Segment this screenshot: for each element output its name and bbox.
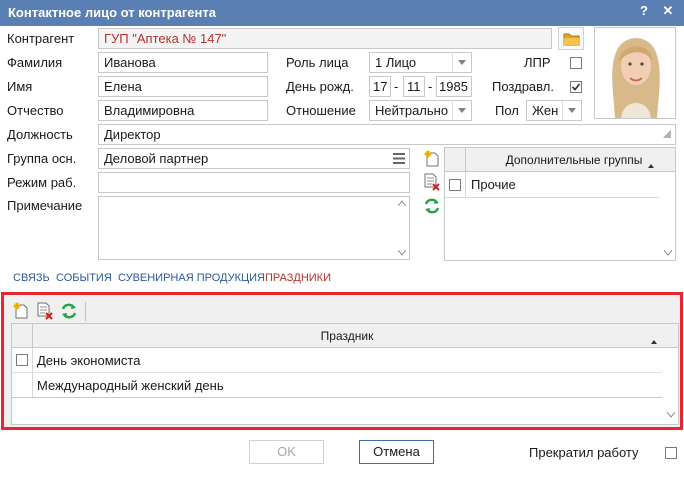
- work-mode-field[interactable]: [98, 172, 410, 193]
- stopped-work-label: Прекратил работу: [529, 445, 639, 460]
- window-title: Контактное лицо от контрагента: [8, 5, 216, 20]
- holiday-name: Международный женский день: [37, 378, 224, 393]
- holidays-header[interactable]: Праздник: [12, 324, 678, 348]
- add-holiday-icon[interactable]: [12, 302, 30, 320]
- first-name-field[interactable]: Елена: [98, 76, 268, 97]
- chevron-down-icon[interactable]: [452, 53, 471, 72]
- patronymic-label: Отчество: [7, 103, 64, 118]
- additional-groups-header[interactable]: Дополнительные группы: [445, 148, 675, 172]
- birthday-day-field[interactable]: 17: [369, 76, 391, 97]
- patronymic-field[interactable]: Владимировна: [98, 100, 268, 121]
- decision-maker-label: ЛПР: [524, 55, 551, 70]
- chevron-down-icon[interactable]: [667, 412, 675, 418]
- chevron-down-icon[interactable]: [452, 101, 471, 120]
- groups-scrollbar[interactable]: [661, 172, 675, 260]
- folder-icon: [563, 33, 580, 46]
- counterparty-field[interactable]: ГУП "Аптека № 147": [98, 28, 552, 49]
- toolbar-divider: [85, 302, 86, 321]
- refresh-holidays-icon[interactable]: [60, 302, 78, 320]
- holidays-scrollbar[interactable]: [664, 348, 678, 424]
- chevron-down-icon[interactable]: [562, 101, 581, 120]
- first-name-label: Имя: [7, 79, 33, 94]
- sort-icon: [651, 340, 657, 344]
- work-mode-label: Режим раб.: [7, 175, 77, 190]
- main-group-field[interactable]: Деловой партнер: [98, 148, 410, 169]
- table-row[interactable]: День экономиста: [12, 348, 662, 373]
- main-group-value: Деловой партнер: [104, 151, 209, 166]
- gender-value: Жен: [532, 103, 559, 118]
- holiday-name: День экономиста: [37, 353, 141, 368]
- delete-holiday-icon[interactable]: [36, 302, 54, 320]
- row-checkbox[interactable]: [449, 179, 461, 191]
- relation-combo[interactable]: Нейтрально: [369, 100, 472, 121]
- position-label: Должность: [7, 127, 73, 142]
- counterparty-label: Контрагент: [7, 31, 75, 46]
- note-scrollbar[interactable]: [396, 198, 408, 258]
- holidays-header-label: Праздник: [320, 329, 374, 343]
- folder-button[interactable]: [558, 27, 584, 50]
- help-button[interactable]: ?: [634, 3, 654, 18]
- gender-label: Пол: [495, 103, 519, 118]
- delete-group-icon[interactable]: [423, 173, 441, 191]
- holidays-panel: Праздник День экономиста Международный ж…: [1, 292, 683, 430]
- title-bar: Контактное лицо от контрагента ? ✕: [0, 0, 684, 26]
- note-textarea[interactable]: [98, 196, 410, 260]
- tab-souvenirs[interactable]: СУВЕНИРНАЯ ПРОДУКЦИЯ: [118, 272, 265, 284]
- additional-groups-grid: Дополнительные группы Прочие: [444, 147, 676, 261]
- row-divider: [32, 373, 33, 397]
- check-icon: [571, 83, 581, 91]
- header-divider: [465, 148, 466, 171]
- birthday-label: День рожд.: [286, 79, 354, 94]
- birthday-month-field[interactable]: 11: [403, 76, 425, 97]
- row-divider: [465, 172, 466, 197]
- table-row[interactable]: Международный женский день: [12, 373, 662, 398]
- chevron-down-icon[interactable]: [398, 250, 406, 256]
- add-group-icon[interactable]: [423, 150, 441, 168]
- ok-button[interactable]: OK: [249, 440, 324, 464]
- resize-grip-icon: [663, 130, 671, 138]
- birthday-separator: -: [394, 79, 399, 94]
- contact-photo[interactable]: [594, 27, 676, 119]
- row-divider: [32, 348, 33, 372]
- table-row[interactable]: Прочие: [445, 172, 659, 198]
- tab-holidays[interactable]: ПРАЗДНИКИ: [265, 272, 331, 284]
- congratulate-checkbox[interactable]: [570, 81, 582, 93]
- last-name-field[interactable]: Иванова: [98, 52, 268, 73]
- role-value: 1 Лицо: [375, 55, 417, 70]
- sort-icon: [648, 164, 654, 168]
- position-field[interactable]: Директор: [98, 124, 676, 145]
- relation-value: Нейтрально: [375, 103, 449, 118]
- row-checkbox[interactable]: [16, 354, 28, 366]
- cancel-button[interactable]: Отмена: [359, 440, 434, 464]
- chevron-up-icon[interactable]: [398, 200, 406, 206]
- gender-combo[interactable]: Жен: [526, 100, 582, 121]
- list-menu-icon[interactable]: [393, 153, 405, 164]
- photo-image: [595, 28, 675, 118]
- decision-maker-checkbox[interactable]: [570, 57, 582, 69]
- group-name: Прочие: [471, 177, 516, 192]
- role-label: Роль лица: [286, 55, 349, 70]
- holidays-grid: Праздник День экономиста Международный ж…: [11, 323, 679, 425]
- additional-groups-header-label: Дополнительные группы: [505, 153, 643, 167]
- chevron-down-icon[interactable]: [664, 250, 672, 256]
- stopped-work-checkbox[interactable]: [665, 447, 677, 459]
- role-combo[interactable]: 1 Лицо: [369, 52, 472, 73]
- relation-label: Отношение: [286, 103, 356, 118]
- last-name-label: Фамилия: [7, 55, 63, 70]
- refresh-groups-icon[interactable]: [423, 197, 441, 215]
- note-label: Примечание: [7, 198, 83, 213]
- birthday-separator: -: [428, 79, 433, 94]
- tab-communication[interactable]: СВЯЗЬ: [13, 272, 50, 284]
- tab-events[interactable]: СОБЫТИЯ: [56, 272, 112, 284]
- birthday-year-field[interactable]: 1985: [436, 76, 472, 97]
- main-group-label: Группа осн.: [7, 151, 77, 166]
- close-button[interactable]: ✕: [658, 3, 678, 19]
- congratulate-label: Поздравл.: [492, 79, 554, 94]
